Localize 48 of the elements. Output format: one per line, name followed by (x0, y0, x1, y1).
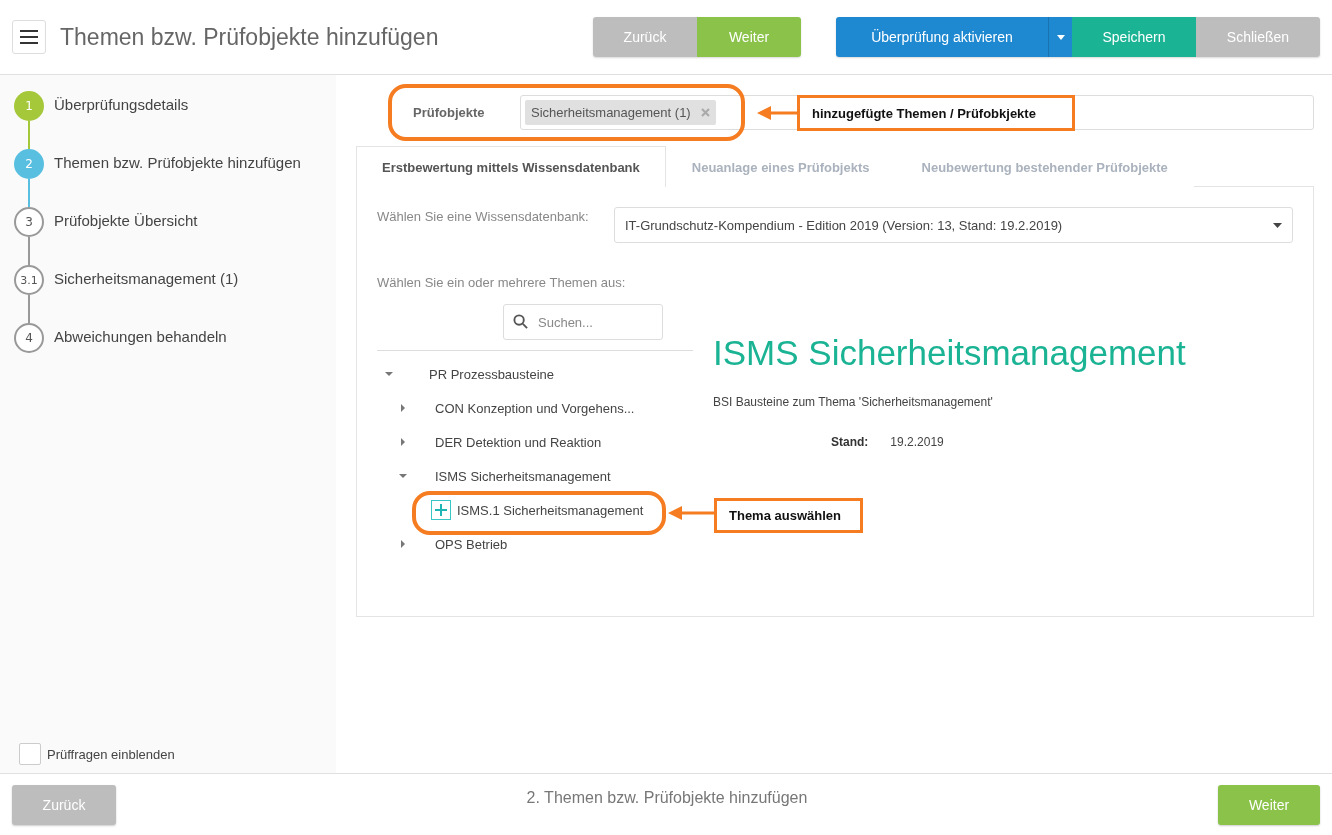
step-caption: 2. Themen bzw. Prüfobjekte hinzufügen (526, 788, 808, 807)
field-label: Wählen Sie ein oder mehrere Themen aus: (377, 274, 627, 292)
callout-arrow (757, 106, 797, 120)
step-label[interactable]: Sicherheitsmanagement (1) (54, 265, 239, 287)
field-label: Stand: (831, 435, 869, 449)
add-button[interactable] (431, 500, 451, 520)
step-number: 3.1 (14, 265, 44, 295)
step-number: 3 (14, 207, 44, 237)
field-label: Wählen Sie eine Wissensdatenbank: (377, 208, 590, 226)
step-label[interactable]: Prüfobjekte Übersicht (54, 207, 198, 229)
field-label: Prüfobjekte (412, 105, 486, 120)
checkbox[interactable] (19, 743, 41, 765)
step-label[interactable]: Abweichungen behandeln (54, 323, 227, 345)
step-number: 4 (14, 323, 44, 353)
tree-item[interactable]: PR Prozessbausteine (429, 366, 554, 382)
caret-down-icon (1273, 222, 1282, 228)
tag: Sicherheitsmanagement (1) (525, 100, 716, 125)
search-field[interactable]: Suchen... (503, 304, 663, 340)
tab[interactable]: Erstbewertung mittels Wissensdatenbank (356, 146, 666, 187)
callout-arrow (668, 506, 714, 520)
tree-item[interactable]: OPS Betrieb (435, 536, 508, 552)
step-number: 2 (14, 149, 44, 179)
checkbox-label: Prüffragen einblenden (47, 746, 175, 762)
caret-down-icon[interactable] (399, 472, 407, 480)
caret-right-icon[interactable] (399, 404, 407, 412)
tree-item[interactable]: DER Detektion und Reaktion (435, 434, 602, 450)
caret-down-icon[interactable] (385, 370, 393, 378)
detail-description: BSI Bausteine zum Thema 'Sicherheitsmanagement' (713, 395, 994, 409)
step-label[interactable]: Themen bzw. Prüfobjekte hinzufügen (54, 149, 301, 171)
callout-label: hinzugefügte Themen / Prüfobkjekte (797, 95, 1075, 131)
tree-item[interactable]: CON Konzeption und Vorgehens... (435, 400, 635, 416)
caret-down-icon (1056, 34, 1065, 40)
step-number: 1 (14, 91, 44, 121)
detail-title: ISMS Sicherheitsmanagement (713, 333, 1187, 373)
page-title: Themen bzw. Prüfobjekte hinzufügen (60, 23, 440, 51)
select-field[interactable]: IT-Grundschutz-Kompendium - Edition 2019 (Version: 13, Stand: 19.2.2019) (614, 207, 1293, 243)
tree-item[interactable]: ISMS.1 Sicherheitsmanagement (457, 502, 644, 518)
caret-right-icon[interactable] (399, 540, 407, 548)
field-value: 19.2.2019 (890, 435, 944, 449)
menu-icon (20, 30, 38, 44)
callout-label: Thema auswählen (714, 498, 863, 533)
activate-button[interactable]: Überprüfung aktivieren (836, 17, 1048, 57)
caret-right-icon[interactable] (399, 438, 407, 446)
menu-button[interactable] (12, 20, 46, 54)
dropdown-button[interactable] (1048, 17, 1072, 57)
tree-item[interactable]: ISMS Sicherheitsmanagement (435, 468, 611, 484)
plus-icon (435, 504, 447, 516)
step-label[interactable]: Überprüfungsdetails (54, 91, 189, 113)
